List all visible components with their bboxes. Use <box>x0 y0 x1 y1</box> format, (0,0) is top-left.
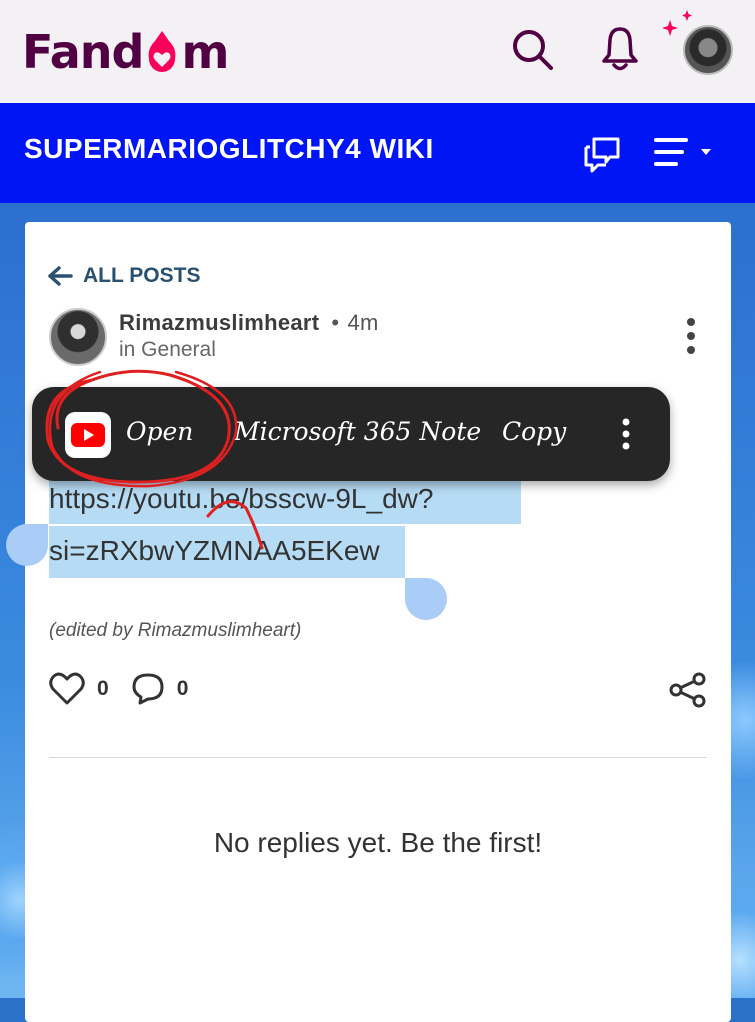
logo-prefix: Fand <box>22 25 144 79</box>
post-card: ALL POSTS Rimazmuslimheart • 4m in General… <box>6 222 731 1022</box>
post-category[interactable]: in General <box>119 338 216 362</box>
more-actions-icon[interactable] <box>616 417 636 453</box>
selection-handle-end[interactable] <box>405 578 447 620</box>
author-line: Rimazmuslimheart • 4m <box>119 310 379 336</box>
edited-note: (edited by Rimazmuslimheart) <box>49 620 302 641</box>
no-replies-text: No replies yet. Be the first! <box>213 827 543 858</box>
share-icon[interactable] <box>669 672 707 708</box>
comment-count: 0 <box>176 677 189 700</box>
heart-icon[interactable] <box>49 672 85 706</box>
author-avatar[interactable] <box>49 308 107 366</box>
all-posts-label: ALL POSTS <box>83 264 201 287</box>
menu-icon[interactable] <box>654 134 720 174</box>
fandom-logo[interactable]: Fand m <box>22 22 229 82</box>
separator-dot: • <box>331 310 340 335</box>
all-posts-link[interactable]: ALL POSTS <box>47 264 200 288</box>
text-selection-toolbar: Open Microsoft 365 Note Copy <box>32 387 670 481</box>
selected-link-line-2[interactable]: si=zRXbwYZMNAA5EKew <box>49 526 405 578</box>
divider <box>49 757 707 758</box>
search-icon[interactable] <box>508 24 556 74</box>
logo-suffix: m <box>181 25 229 79</box>
discussions-icon[interactable] <box>580 133 624 177</box>
comment-icon[interactable] <box>131 672 165 706</box>
open-action[interactable]: Open <box>126 417 193 446</box>
selected-link-line-1[interactable]: https://youtu.be/bsscw-9L_dw? <box>49 474 521 524</box>
community-bar: SUPERMARIOGLITCHY4 WIKI <box>0 103 755 203</box>
arrow-left-icon <box>48 266 73 286</box>
youtube-app-icon[interactable] <box>65 412 111 458</box>
post-actions: 0 0 <box>49 672 210 706</box>
more-options-icon[interactable] <box>681 316 701 356</box>
fandom-heart-icon <box>149 31 176 72</box>
like-count: 0 <box>97 677 109 700</box>
microsoft-365-note-action[interactable]: Microsoft 365 Note <box>234 417 481 446</box>
author-name[interactable]: Rimazmuslimheart <box>119 310 319 335</box>
user-avatar[interactable] <box>683 25 733 75</box>
post-time: 4m <box>347 310 379 335</box>
bell-icon[interactable] <box>596 24 644 74</box>
selection-handle-start[interactable] <box>6 524 48 566</box>
copy-action[interactable]: Copy <box>502 417 566 446</box>
community-title[interactable]: SUPERMARIOGLITCHY4 WIKI <box>24 133 434 165</box>
fandom-header: Fand m <box>0 0 755 104</box>
